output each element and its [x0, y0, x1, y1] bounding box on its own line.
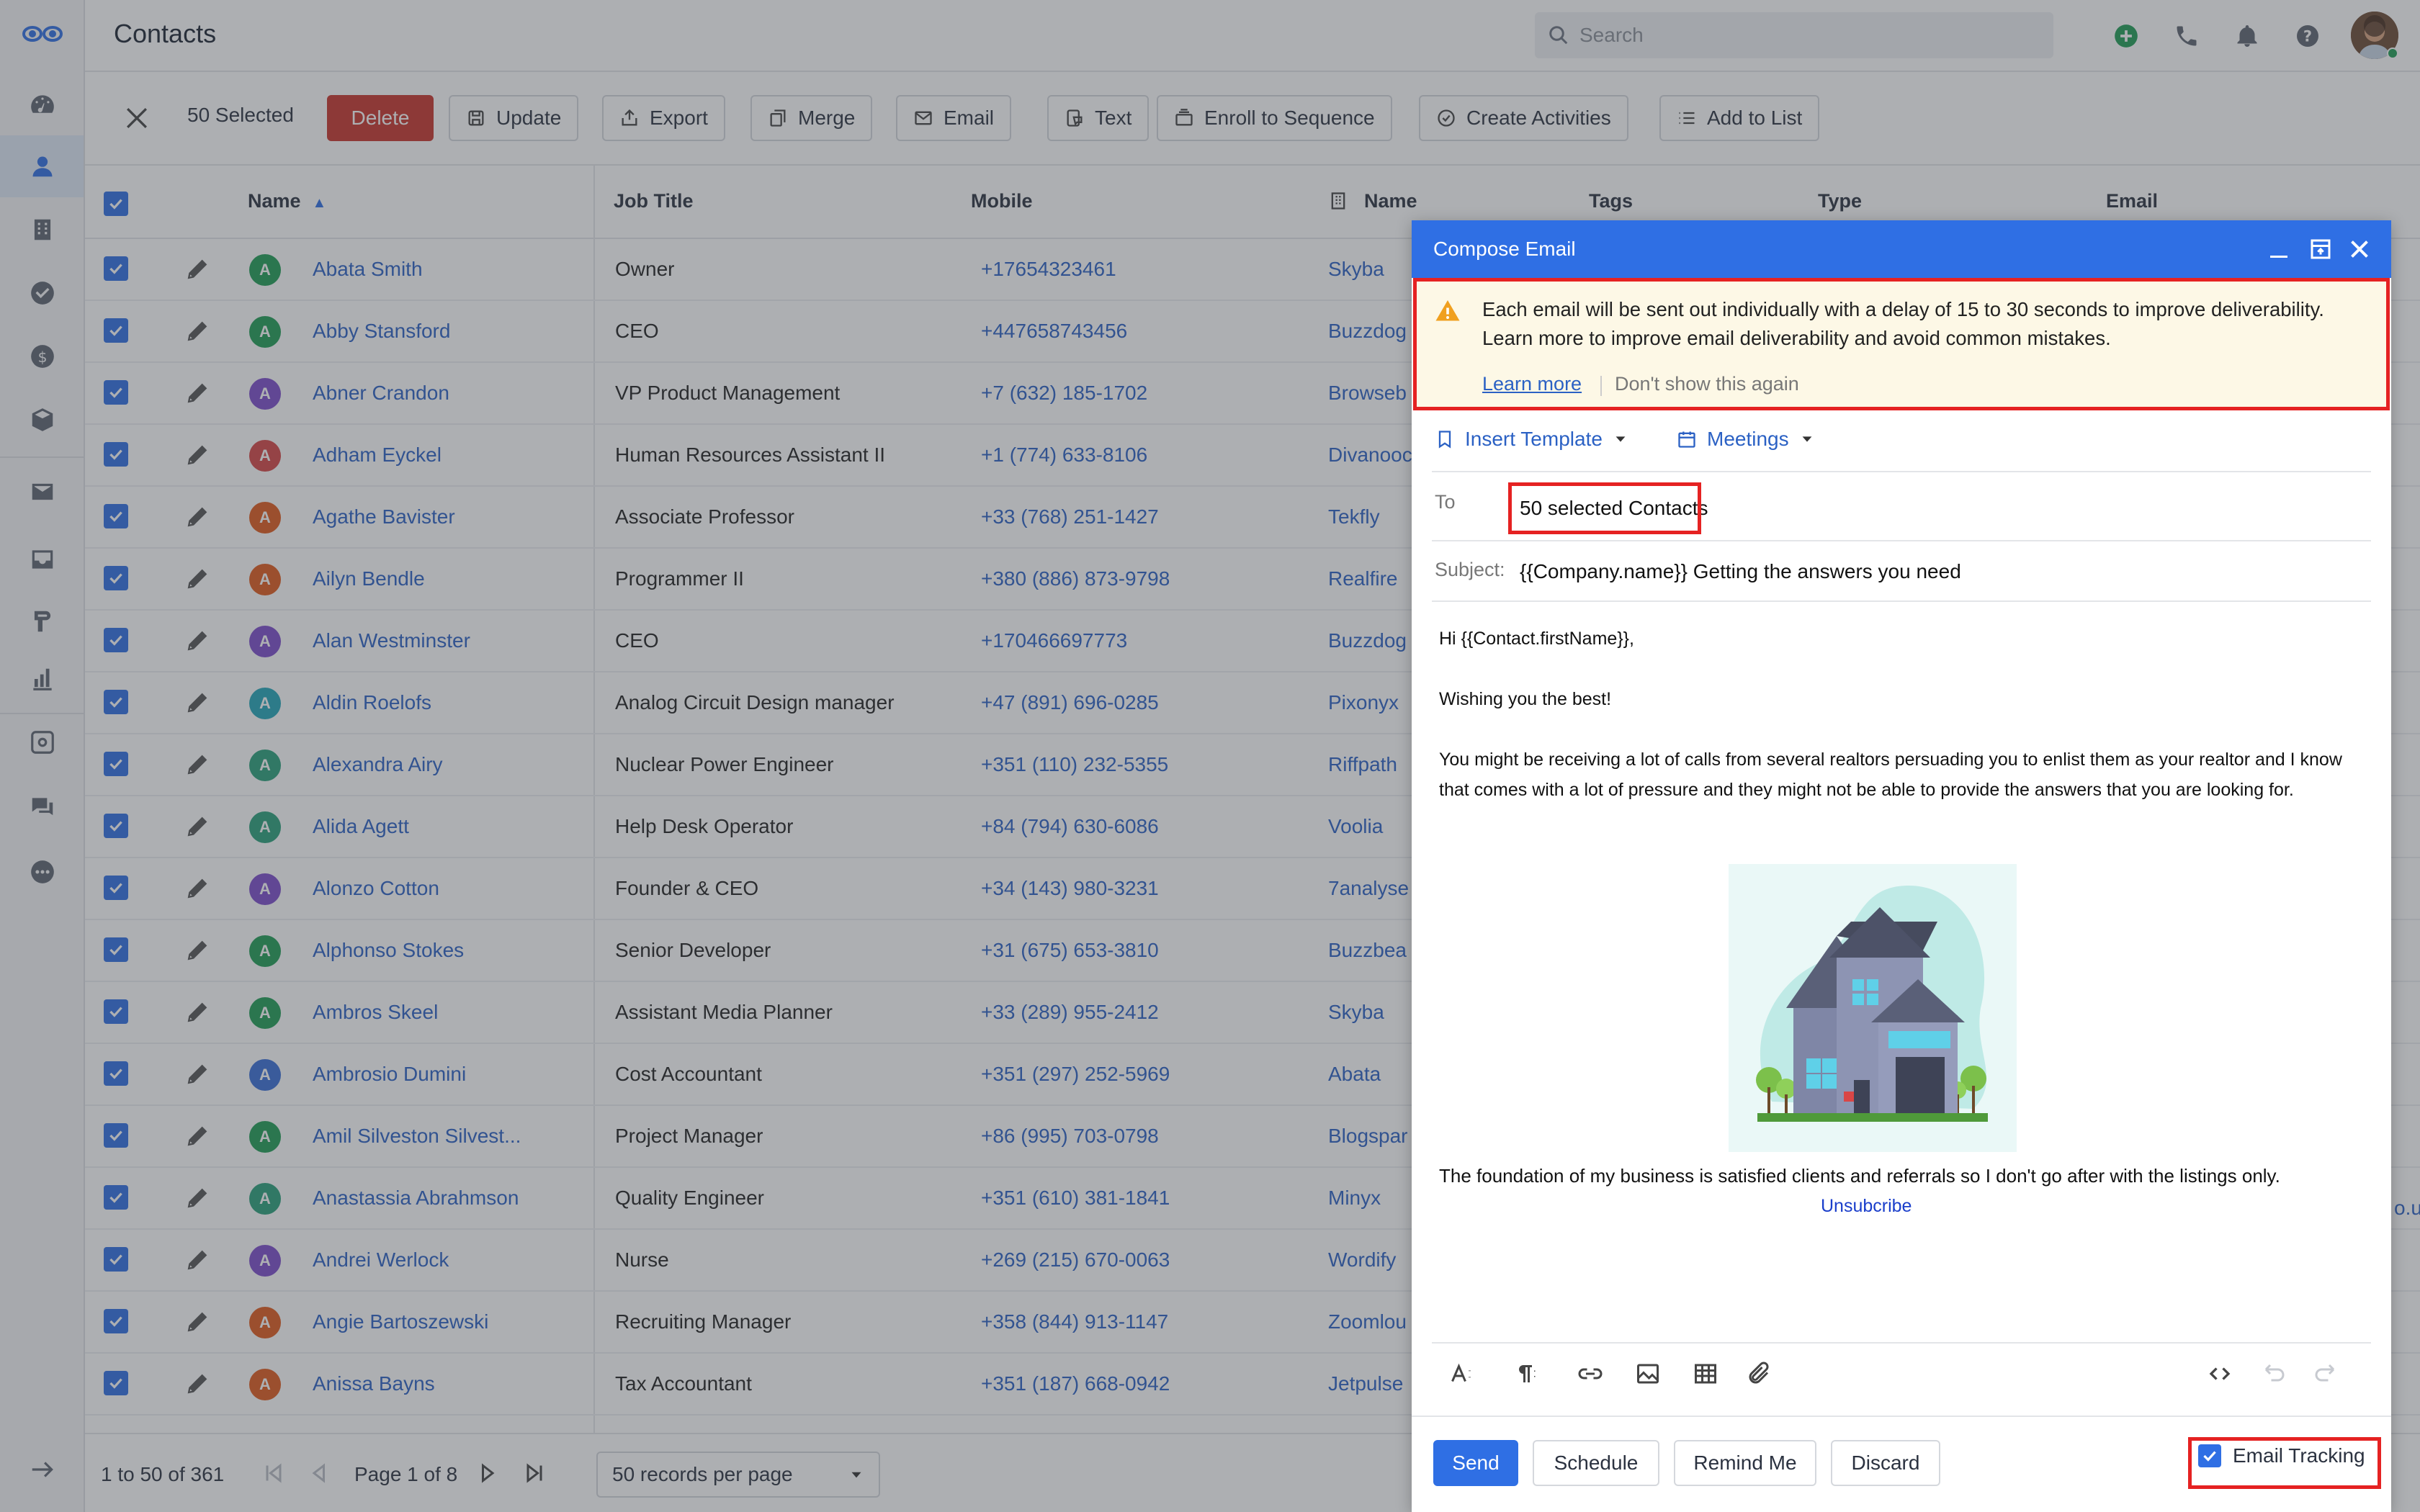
send-button[interactable]: Send: [1433, 1440, 1518, 1486]
paragraph-icon[interactable]: [1510, 1358, 1541, 1390]
recipients-highlight-box: [1508, 482, 1701, 534]
caret-down-icon: [1615, 436, 1626, 442]
unsubscribe-link[interactable]: Unsubcribe: [1821, 1191, 1912, 1221]
discard-button[interactable]: Discard: [1831, 1440, 1940, 1486]
insert-template-button[interactable]: Insert Template: [1435, 428, 1628, 451]
body-closing: The foundation of my business is satisfi…: [1439, 1165, 2280, 1187]
remind-me-button[interactable]: Remind Me: [1674, 1440, 1816, 1486]
code-view-icon[interactable]: [2204, 1358, 2236, 1390]
redo-icon[interactable]: [2309, 1358, 2341, 1390]
bookmark-icon: [1438, 431, 1451, 449]
body-paragraph: You might be receiving a lot of calls fr…: [1439, 750, 2342, 800]
divider: [1432, 540, 2371, 541]
schedule-button[interactable]: Schedule: [1533, 1440, 1659, 1486]
calendar-icon: [1678, 431, 1695, 448]
email-body-editor[interactable]: Hi {{Contact.firstName}}, Wishing you th…: [1439, 624, 2368, 1344]
body-greeting: Hi {{Contact.firstName}},: [1439, 629, 1634, 649]
meetings-label: Meetings: [1707, 428, 1789, 450]
divider: [1432, 1342, 2371, 1344]
divider: [1432, 600, 2371, 602]
close-icon[interactable]: [2347, 236, 2372, 267]
attachment-icon[interactable]: [1743, 1358, 1775, 1390]
insert-template-label: Insert Template: [1465, 428, 1603, 450]
link-icon[interactable]: [1574, 1358, 1606, 1390]
font-size-icon[interactable]: [1446, 1358, 1478, 1390]
compose-email-dialog: Compose Email Each email will be sent ou…: [1412, 220, 2391, 1512]
undo-icon[interactable]: [2259, 1358, 2290, 1390]
compose-title: Compose Email: [1433, 238, 1576, 260]
expand-icon[interactable]: [2308, 236, 2334, 267]
tracking-highlight-box: [2188, 1437, 2381, 1489]
compose-header: Compose Email: [1412, 220, 2391, 278]
table-icon[interactable]: [1690, 1358, 1721, 1390]
minimize-icon[interactable]: [2266, 236, 2292, 267]
divider: [1412, 1416, 2391, 1417]
subject-label: Subject:: [1435, 559, 1505, 580]
image-icon[interactable]: [1632, 1358, 1664, 1390]
caret-down-icon: [1802, 436, 1812, 442]
body-wish: Wishing you the best!: [1439, 689, 1612, 709]
meetings-button[interactable]: Meetings: [1677, 428, 1815, 451]
alert-highlight-box: [1413, 278, 2390, 410]
divider: [1432, 471, 2371, 472]
to-label: To: [1435, 491, 1456, 513]
subject-input[interactable]: {{Company.name}} Getting the answers you…: [1520, 560, 1961, 583]
house-illustration: [1729, 864, 2017, 1152]
